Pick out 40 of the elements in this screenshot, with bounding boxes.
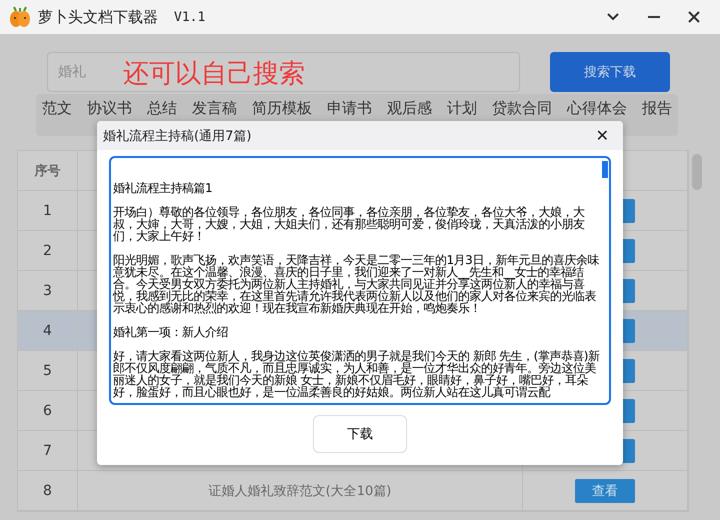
row-number: 6 <box>18 391 78 430</box>
scrollbar-thumb[interactable] <box>602 161 608 178</box>
category-tab[interactable]: 范文 <box>42 99 72 118</box>
category-tab[interactable]: 发言稿 <box>192 99 237 118</box>
category-tab[interactable]: 简历模板 <box>252 99 312 118</box>
paragraph: 阳光明媚，歌声飞扬，欢声笑语，天降吉祥，今天是二零一三年的1月3日，新年元旦的喜庆余味意犹未尽。在这个温馨、浪漫、喜庆的日子里，我们迎来了一对新人__先生和__女士的幸福结合。今天受男女双方委托为两位新人主持婚礼，与大家共同见证并分享这两位新人的幸福与喜悦，我感到无比的荣幸，在这里首先请允许我代表两位新人以及他们的家人对各位来宾的光临表示衷心的感谢和热烈的欢迎！现在我宣布新婚庆典现在开始，鸣炮奏乐！ <box>113 254 600 314</box>
document-text-area[interactable] <box>109 156 611 405</box>
download-button[interactable]: 下载 <box>313 415 407 453</box>
version-label: V1.1 <box>174 10 206 24</box>
search-download-button[interactable]: 搜索下载 <box>550 52 670 92</box>
paragraph: 婚礼流程主持稿篇1 <box>113 182 214 194</box>
annotation-text: 还可以自己搜索 <box>123 58 305 91</box>
column-header: 序号 <box>18 151 78 190</box>
close-button[interactable]: ✕ <box>588 126 617 145</box>
row-number: 7 <box>18 431 78 470</box>
scrollbar-thumb[interactable] <box>692 154 702 190</box>
minimize-icon[interactable] <box>648 15 660 19</box>
category-tab[interactable]: 心得体会 <box>567 99 627 118</box>
row-number: 2 <box>18 231 78 270</box>
category-tab[interactable]: 贷款合同 <box>492 99 552 118</box>
category-tab[interactable]: 协议书 <box>87 99 132 118</box>
row-number: 3 <box>18 271 78 310</box>
window-title: 萝卜头文档下载器 <box>38 8 158 26</box>
row-number: 1 <box>18 191 78 230</box>
row-number: 5 <box>18 351 78 390</box>
category-tab[interactable]: 计划 <box>447 99 477 118</box>
document-title: 证婚人婚礼致辞范文(大全10篇) <box>78 471 523 510</box>
category-tab[interactable]: 总结 <box>147 99 177 118</box>
category-tab[interactable]: 报告 <box>642 99 672 118</box>
category-tab[interactable]: 申请书 <box>327 99 372 118</box>
paragraph: 婚礼第一项：新人介绍 <box>113 326 229 338</box>
carrot-logo-icon <box>8 5 32 29</box>
table-row[interactable]: 8 证婚人婚礼致辞范文(大全10篇) 查看 <box>18 471 688 511</box>
row-number: 4 <box>18 311 78 350</box>
close-icon[interactable] <box>688 11 700 23</box>
row-number: 8 <box>18 471 78 510</box>
chevron-down-icon[interactable] <box>606 12 620 22</box>
category-tab[interactable]: 观后感 <box>387 99 432 118</box>
paragraph: 开场白）尊敬的各位领导，各位朋友，各位同事，各位亲朋，各位挚友，各位大爷，大娘，大叔，大婶，大哥，大嫂，大姐，大姐夫们，还有那些聪明可爱，俊俏玲珑，天真活泼的小朋友们，大家上午好！ <box>113 206 586 242</box>
dialog-title: 婚礼流程主持稿(通用7篇) <box>103 128 252 144</box>
